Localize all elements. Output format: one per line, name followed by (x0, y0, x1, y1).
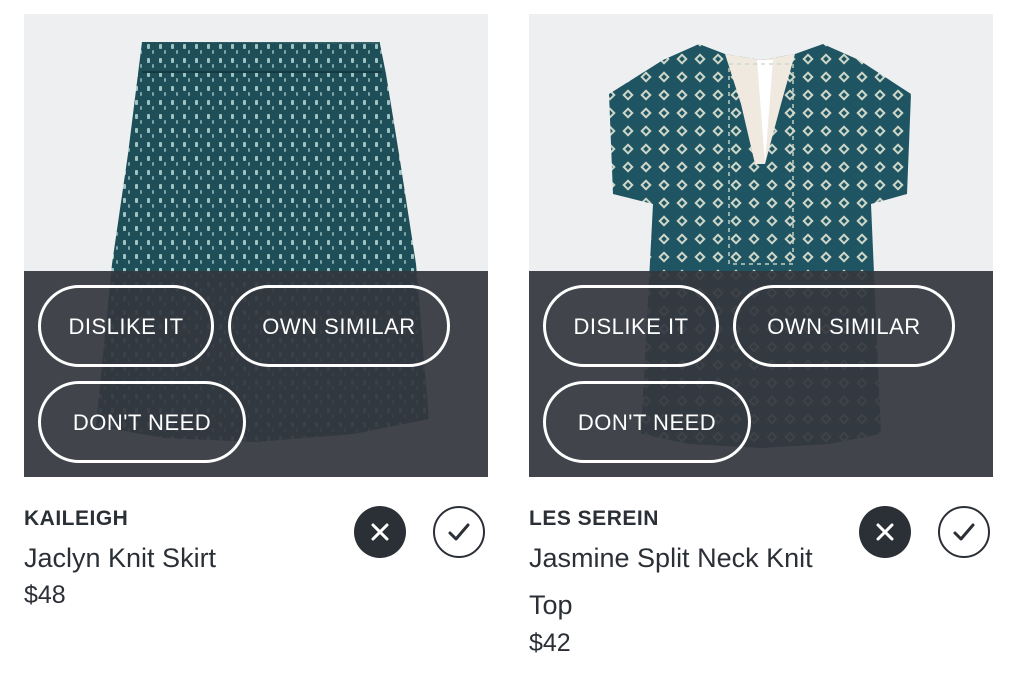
product-name: Jaclyn Knit Skirt (24, 543, 217, 573)
dislike-it-button[interactable]: DISLIKE IT (38, 285, 214, 367)
keep-button[interactable] (938, 506, 990, 558)
product-price: $42 (529, 629, 571, 657)
product-photo[interactable]: DISLIKE IT OWN SIMILAR DON'T NEED (24, 14, 488, 477)
feedback-overlay: DISLIKE IT OWN SIMILAR DON'T NEED (529, 271, 993, 477)
product-card-kaileigh: DISLIKE IT OWN SIMILAR DON'T NEED KAILEI… (24, 14, 488, 609)
product-card-les-serein: DISLIKE IT OWN SIMILAR DON'T NEED LES SE… (529, 14, 993, 657)
return-button[interactable] (859, 506, 911, 558)
dont-need-button[interactable]: DON'T NEED (543, 381, 751, 463)
checkmark-icon (953, 523, 974, 540)
dont-need-button[interactable]: DON'T NEED (38, 381, 246, 463)
product-photo[interactable]: DISLIKE IT OWN SIMILAR DON'T NEED (529, 14, 993, 477)
product-price: $48 (24, 581, 66, 609)
feedback-overlay: DISLIKE IT OWN SIMILAR DON'T NEED (24, 271, 488, 477)
close-icon (876, 523, 894, 541)
dislike-it-button[interactable]: DISLIKE IT (543, 285, 719, 367)
own-similar-button[interactable]: OWN SIMILAR (733, 285, 955, 367)
close-icon (371, 523, 389, 541)
product-brand: KAILEIGH (24, 507, 129, 530)
checkmark-icon (448, 523, 469, 540)
product-brand: LES SEREIN (529, 507, 659, 530)
return-button[interactable] (354, 506, 406, 558)
product-name: Jasmine Split Neck Knit Top (529, 543, 813, 620)
keep-button[interactable] (433, 506, 485, 558)
own-similar-button[interactable]: OWN SIMILAR (228, 285, 450, 367)
